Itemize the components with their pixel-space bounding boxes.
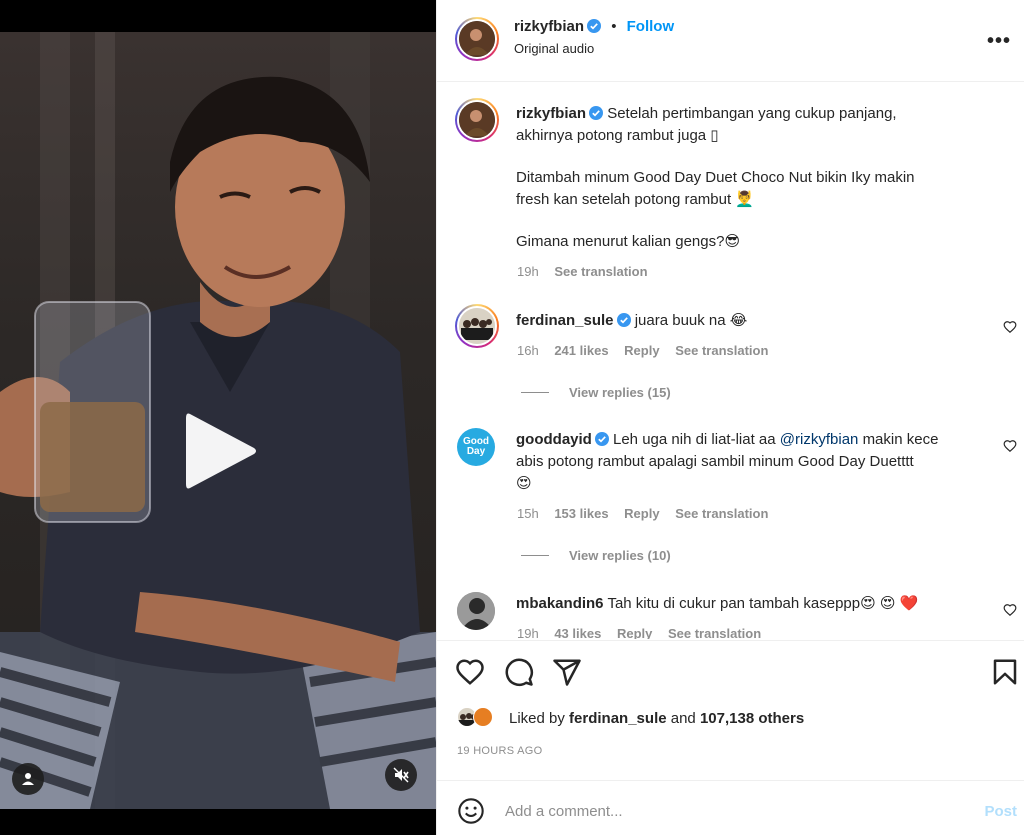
liked-by-others[interactable]: 107,138 others <box>700 710 804 727</box>
action-bar: Liked by ferdinan_sule and 107,138 other… <box>437 640 1024 780</box>
more-options-icon[interactable]: ••• <box>987 30 1011 53</box>
view-replies-button[interactable]: View replies (10) <box>521 548 671 563</box>
liked-by-prefix: Liked by <box>509 709 565 727</box>
heart-icon[interactable] <box>455 657 485 687</box>
muted-icon[interactable] <box>385 759 417 791</box>
comment-username[interactable]: ferdinan_sule <box>516 312 614 329</box>
liked-by-user[interactable]: ferdinan_sule <box>569 710 667 727</box>
verified-icon <box>587 19 602 33</box>
comment-meta: 16h 241 likes Reply See translation <box>517 343 768 358</box>
emoji: 😍 <box>516 475 532 492</box>
comment-age[interactable]: 19h <box>517 626 539 639</box>
caption: rizkyfbian Setelah pertimbangan yang cuk… <box>516 103 996 253</box>
caption-text: Ditambah minum Good Day Duet Choco Nut b… <box>516 169 915 186</box>
author-username[interactable]: rizkyfbian <box>514 18 584 35</box>
comment-input[interactable]: Add a comment... <box>505 803 623 820</box>
comment-like-heart-icon[interactable] <box>1003 603 1017 617</box>
reply-button[interactable]: Reply <box>624 343 659 358</box>
comment-likes[interactable]: 43 likes <box>554 626 601 639</box>
caption-avatar[interactable] <box>455 98 499 142</box>
comment-likes[interactable]: 241 likes <box>554 343 608 358</box>
comment: ferdinan_sule juara buuk na 😂 <box>516 310 747 332</box>
caption-meta: 19h See translation <box>517 264 648 279</box>
comment-text: abis potong rambut apalagi sambil minum … <box>516 453 914 470</box>
comment: gooddayid Leh uga nih di liat-liat aa @r… <box>516 429 996 495</box>
emoji: 😂 <box>729 312 748 329</box>
verified-icon <box>594 432 609 446</box>
user-tag-icon[interactable] <box>12 763 44 795</box>
emoji-icon[interactable] <box>457 797 485 825</box>
verified-icon <box>589 106 604 120</box>
comment-icon[interactable] <box>504 657 534 687</box>
comment-text: juara buuk na <box>634 312 726 329</box>
comment-text: Leh uga nih di liat-liat aa <box>613 431 776 448</box>
commenter-avatar[interactable]: Good Day <box>457 428 495 466</box>
bookmark-icon[interactable] <box>990 657 1020 687</box>
share-icon[interactable] <box>552 657 582 687</box>
caption-text: fresh kan setelah potong rambut <box>516 191 732 208</box>
comments-scroll[interactable]: rizkyfbian Setelah pertimbangan yang cuk… <box>437 83 1024 639</box>
see-translation-button[interactable]: See translation <box>668 626 761 639</box>
comment-meta: 19h 43 likes Reply See translation <box>517 626 761 639</box>
comment: mbakandin6 Tah kitu di cukur pan tambah … <box>516 593 918 615</box>
verified-icon <box>616 313 631 327</box>
comment-username[interactable]: mbakandin6 <box>516 595 604 612</box>
likers-avatars[interactable] <box>457 707 495 729</box>
liked-by-and: and <box>670 709 696 727</box>
see-translation-button[interactable]: See translation <box>554 264 647 279</box>
reply-button[interactable]: Reply <box>624 506 659 521</box>
caption-username[interactable]: rizkyfbian <box>516 105 586 122</box>
emoji: 💆‍♂️ <box>735 191 754 208</box>
caption-text: Setelah pertimbangan yang cukup panjang, <box>607 105 897 122</box>
caption-text: akhirnya potong rambut juga ▯ <box>516 127 719 144</box>
author-avatar[interactable] <box>455 17 499 61</box>
video-panel <box>0 0 436 835</box>
comment-likes[interactable]: 153 likes <box>554 506 608 521</box>
comment-like-heart-icon[interactable] <box>1003 320 1017 334</box>
view-replies-button[interactable]: View replies (15) <box>521 385 671 400</box>
comment-meta: 15h 153 likes Reply See translation <box>517 506 768 521</box>
see-translation-button[interactable]: See translation <box>675 506 768 521</box>
post-details: rizkyfbian • Follow Original audio ••• r… <box>436 0 1024 835</box>
divider <box>521 392 549 393</box>
caption-text: Gimana menurut kalian gengs? <box>516 233 725 250</box>
likes-summary: Liked by ferdinan_sule and 107,138 other… <box>457 707 804 729</box>
comment-text: makin kece <box>862 431 939 448</box>
comment-composer: Add a comment... Post <box>437 780 1024 835</box>
separator-dot: • <box>611 18 617 35</box>
view-replies-label: View replies (15) <box>569 385 671 400</box>
emoji: 😎 <box>724 233 741 250</box>
comment-text: Tah kitu di cukur pan tambah kaseppp <box>607 595 861 612</box>
comment-age[interactable]: 16h <box>517 343 539 358</box>
comment-age[interactable]: 15h <box>517 506 539 521</box>
video-player[interactable] <box>0 32 436 809</box>
commenter-avatar[interactable] <box>455 304 499 348</box>
emoji: 😍 😍 ❤️ <box>860 595 919 612</box>
audio-label[interactable]: Original audio <box>514 41 674 56</box>
view-replies-label: View replies (10) <box>569 548 671 563</box>
play-icon[interactable] <box>180 410 260 492</box>
gooddayid-logo-text: Good Day <box>462 436 490 457</box>
reply-button[interactable]: Reply <box>617 626 652 639</box>
caption-age[interactable]: 19h <box>517 264 539 279</box>
header-info: rizkyfbian • Follow Original audio <box>514 18 674 56</box>
comment-username[interactable]: gooddayid <box>516 431 592 448</box>
post-header: rizkyfbian • Follow Original audio ••• <box>437 0 1024 82</box>
commenter-avatar[interactable] <box>457 592 495 630</box>
post-timestamp[interactable]: 19 HOURS AGO <box>457 745 543 757</box>
comment-like-heart-icon[interactable] <box>1003 439 1017 453</box>
divider <box>521 555 549 556</box>
mention-link[interactable]: @rizkyfbian <box>780 431 859 448</box>
post-button[interactable]: Post <box>984 803 1017 820</box>
see-translation-button[interactable]: See translation <box>675 343 768 358</box>
follow-button[interactable]: Follow <box>627 18 675 35</box>
